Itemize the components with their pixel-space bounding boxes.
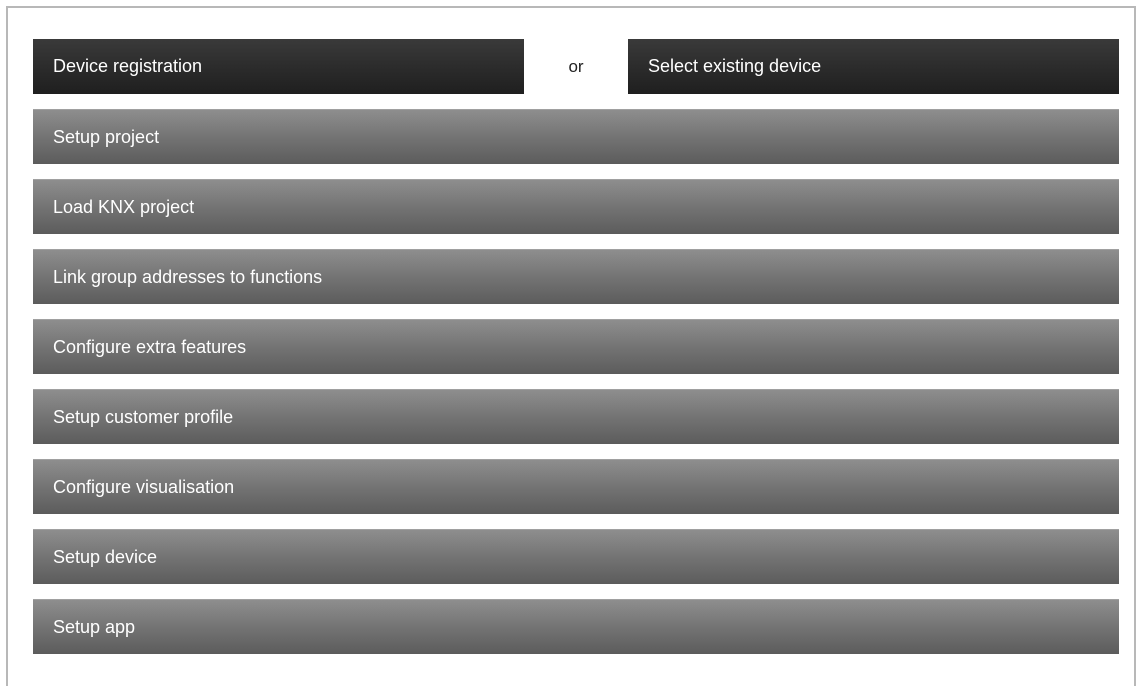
step-setup-customer-profile[interactable]: Setup customer profile [33, 389, 1119, 444]
step-link-group-addresses[interactable]: Link group addresses to functions [33, 249, 1119, 304]
step-setup-project[interactable]: Setup project [33, 109, 1119, 164]
select-existing-device-button[interactable]: Select existing device [628, 39, 1119, 94]
step-setup-device[interactable]: Setup device [33, 529, 1119, 584]
step-setup-app[interactable]: Setup app [33, 599, 1119, 654]
or-label: or [568, 57, 584, 76]
step-load-knx-project[interactable]: Load KNX project [33, 179, 1119, 234]
device-choice-row: Device registration or Select existing d… [33, 39, 1119, 94]
setup-steps-list: Setup project Load KNX project Link grou… [33, 109, 1119, 669]
device-registration-button[interactable]: Device registration [33, 39, 524, 94]
step-configure-visualisation[interactable]: Configure visualisation [33, 459, 1119, 514]
step-configure-extra-features[interactable]: Configure extra features [33, 319, 1119, 374]
